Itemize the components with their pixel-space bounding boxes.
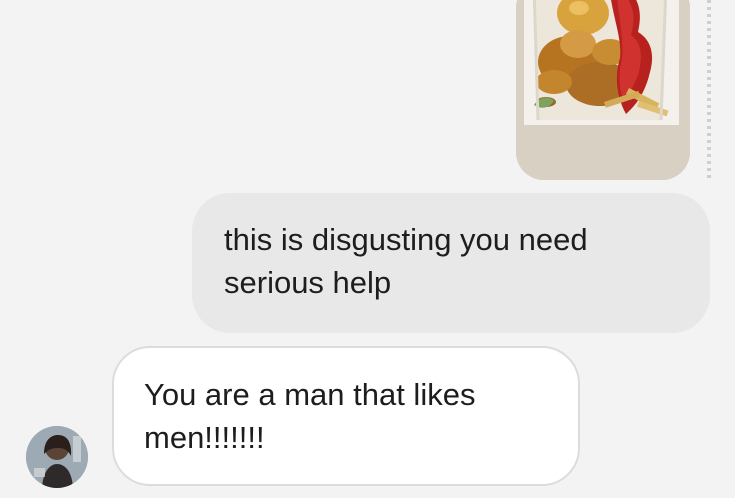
sent-message-bubble[interactable]: this is disgusting you need serious help (192, 193, 710, 333)
received-message-bubble[interactable]: You are a man that likes men!!!!!!! (112, 346, 580, 486)
scroll-indicator[interactable] (707, 0, 711, 182)
sent-message-text: this is disgusting you need serious help (224, 222, 588, 300)
food-photo-icon (516, 0, 690, 180)
conversation-thread: this is disgusting you need serious help… (0, 0, 735, 498)
avatar-person-icon (26, 426, 88, 488)
sent-photo-message[interactable] (516, 0, 690, 180)
contact-avatar-icon[interactable] (26, 426, 88, 488)
received-message-text: You are a man that likes men!!!!!!! (144, 377, 476, 455)
